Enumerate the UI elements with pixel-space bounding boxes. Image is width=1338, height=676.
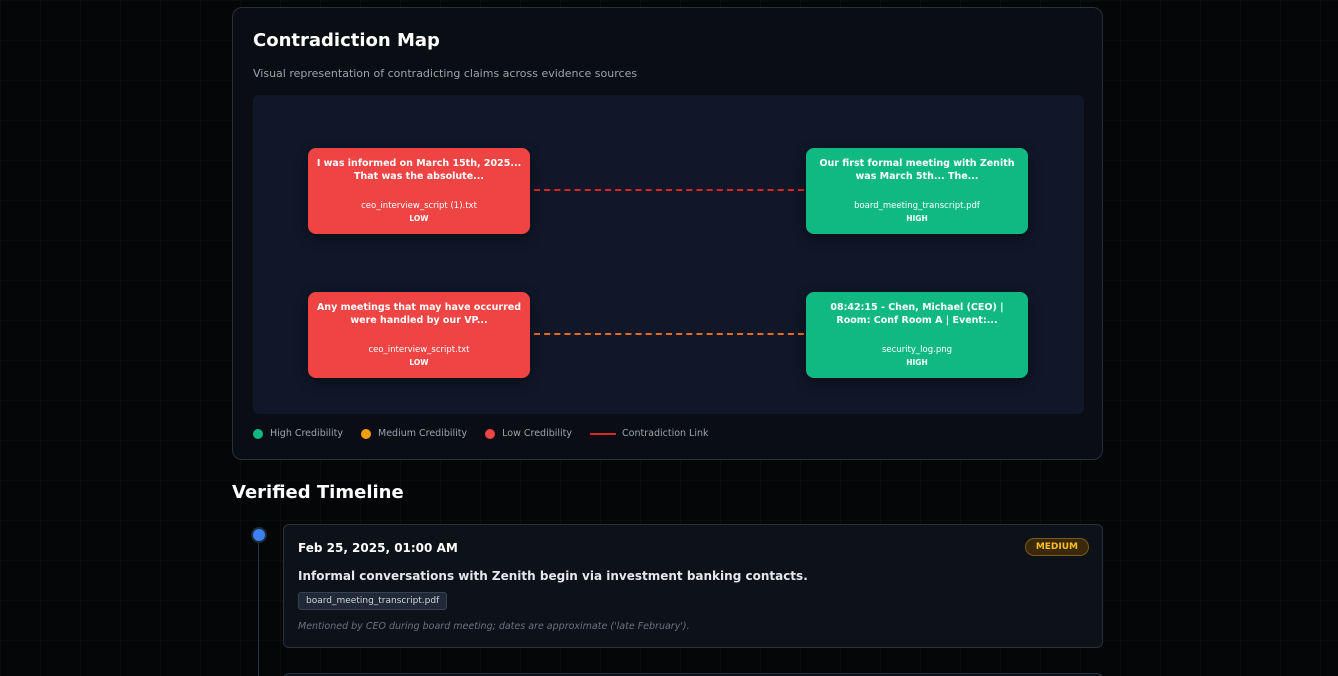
legend-high-label: High Credibility xyxy=(270,428,343,439)
timeline-axis xyxy=(258,527,259,676)
claim-credibility: HIGH xyxy=(906,214,928,223)
event-note: Mentioned by CEO during board meeting; d… xyxy=(298,621,690,632)
legend-low: Low Credibility xyxy=(485,428,572,439)
map-subtitle: Visual representation of contradicting c… xyxy=(253,67,638,80)
claim-text: Any meetings that may have occurred were… xyxy=(316,302,522,326)
event-description: Informal conversations with Zenith begin… xyxy=(298,569,808,583)
timeline-event-card[interactable]: Feb 25, 2025, 01:00 AM MEDIUM Informal c… xyxy=(283,524,1103,648)
contradiction-map-card: Contradiction Map Visual representation … xyxy=(232,7,1103,460)
claim-text: I was informed on March 15th, 2025... Th… xyxy=(316,158,522,182)
claim-credibility: HIGH xyxy=(906,358,928,367)
claim-node[interactable]: Our first formal meeting with Zenith was… xyxy=(806,148,1028,234)
map-canvas: I was informed on March 15th, 2025... Th… xyxy=(253,95,1084,414)
claim-source-file: board_meeting_transcript.pdf xyxy=(854,201,980,211)
legend-low-label: Low Credibility xyxy=(502,428,573,439)
low-credibility-dot-icon xyxy=(485,428,496,439)
claim-source-file: ceo_interview_script.txt xyxy=(368,345,470,355)
map-title: Contradiction Map xyxy=(253,30,440,51)
claim-credibility: LOW xyxy=(409,214,429,223)
claim-credibility: LOW xyxy=(409,358,429,367)
legend-medium-label: Medium Credibility xyxy=(378,428,468,439)
high-credibility-dot-icon xyxy=(253,428,263,439)
contradiction-line-icon xyxy=(590,432,617,435)
claim-node[interactable]: I was informed on March 15th, 2025... Th… xyxy=(308,148,530,234)
credibility-badge: MEDIUM xyxy=(1024,538,1089,556)
claim-source-file: ceo_interview_script (1).txt xyxy=(361,201,477,211)
event-date: Feb 25, 2025, 01:00 AM xyxy=(298,541,458,555)
source-chip[interactable]: board_meeting_transcript.pdf xyxy=(298,592,448,610)
claim-text: Our first formal meeting with Zenith was… xyxy=(819,158,1015,182)
timeline-dot-icon xyxy=(253,529,265,541)
legend-medium: Medium Credibility xyxy=(361,428,467,439)
claim-node[interactable]: Any meetings that may have occurred were… xyxy=(308,292,530,378)
claim-node[interactable]: 08:42:15 - Chen, Michael (CEO) | Room: C… xyxy=(806,292,1028,378)
timeline-title: Verified Timeline xyxy=(232,482,404,503)
contradiction-link xyxy=(534,189,804,191)
map-legend: High Credibility Medium Credibility Low … xyxy=(253,428,727,439)
contradiction-link xyxy=(534,333,804,335)
legend-link-label: Contradiction Link xyxy=(622,428,709,439)
legend-link: Contradiction Link xyxy=(590,428,709,439)
medium-credibility-dot-icon xyxy=(361,428,371,439)
claim-text: 08:42:15 - Chen, Michael (CEO) | Room: C… xyxy=(830,302,1004,326)
claim-source-file: security_log.png xyxy=(881,345,953,355)
legend-high: High Credibility xyxy=(253,428,343,439)
